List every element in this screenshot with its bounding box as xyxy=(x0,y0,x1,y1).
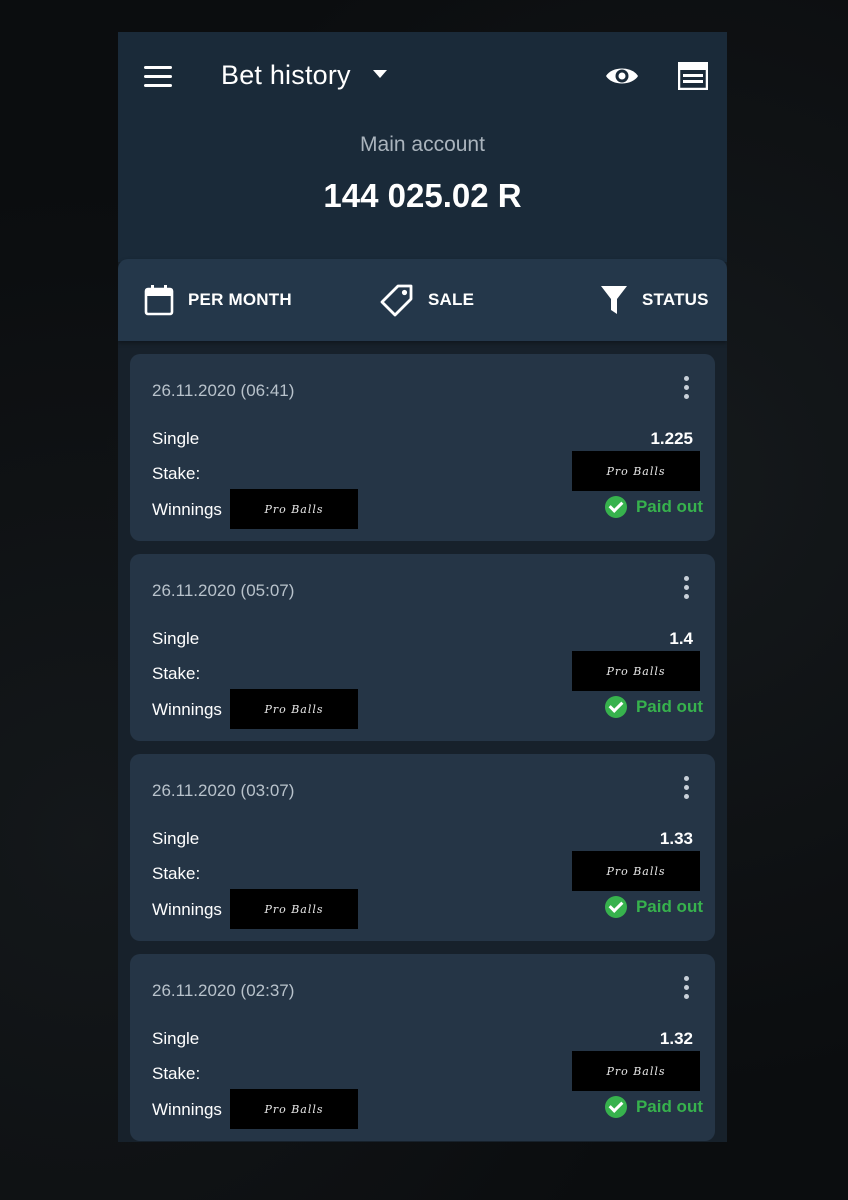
status-badge: Paid out xyxy=(604,1096,703,1118)
bet-card[interactable]: 26.11.2020 (05:07) Single 1.4 Stake: Pro… xyxy=(130,554,715,741)
status-badge: Paid out xyxy=(604,896,703,918)
filter-status-label: STATUS xyxy=(642,290,709,309)
check-circle-icon xyxy=(604,1096,627,1118)
bet-odds: 1.4 xyxy=(669,629,693,648)
winnings-label: Winnings xyxy=(152,500,222,519)
status-badge: Paid out xyxy=(604,496,703,518)
status-text: Paid out xyxy=(635,697,703,716)
bet-odds: 1.32 xyxy=(659,1029,693,1048)
bet-type: Single xyxy=(152,429,200,448)
filter-bar: PER MONTH SALE STATUS xyxy=(118,259,727,341)
redacted-watermark: Pro Balls xyxy=(572,851,700,891)
page-title[interactable]: Bet history xyxy=(221,60,351,91)
stake-label: Stake: xyxy=(152,864,201,883)
bet-odds: 1.33 xyxy=(659,829,693,848)
bet-type: Single xyxy=(152,829,200,848)
status-text: Paid out xyxy=(635,897,703,916)
layout-icon[interactable] xyxy=(678,62,708,90)
filter-period-button[interactable]: PER MONTH xyxy=(144,259,292,341)
filter-sale-button[interactable]: SALE xyxy=(380,259,474,341)
header: Bet history Main account 144 025.02 R xyxy=(118,32,727,262)
calendar-icon xyxy=(144,285,174,316)
winnings-label: Winnings xyxy=(152,1100,222,1119)
bet-type: Single xyxy=(152,1029,200,1048)
winnings-label: Winnings xyxy=(152,700,222,719)
redacted-watermark: Pro Balls xyxy=(230,689,358,729)
redacted-watermark: Pro Balls xyxy=(230,489,358,529)
redacted-watermark: Pro Balls xyxy=(572,451,700,491)
bet-date: 26.11.2020 (06:41) xyxy=(152,381,295,400)
redacted-watermark: Pro Balls xyxy=(230,1089,358,1129)
redacted-watermark: Pro Balls xyxy=(572,1051,700,1091)
winnings-label: Winnings xyxy=(152,900,222,919)
bet-card[interactable]: 26.11.2020 (03:07) Single 1.33 Stake: Pr… xyxy=(130,754,715,941)
bet-card[interactable]: 26.11.2020 (02:37) Single 1.32 Stake: Pr… xyxy=(130,954,715,1141)
status-badge: Paid out xyxy=(604,696,703,718)
bet-odds: 1.225 xyxy=(650,429,693,448)
check-circle-icon xyxy=(604,896,627,918)
more-options-icon[interactable] xyxy=(684,376,690,403)
filter-sale-label: SALE xyxy=(428,290,475,309)
account-label: Main account xyxy=(360,133,485,156)
account-balance: 144 025.02 R xyxy=(323,177,522,214)
bet-list: 26.11.2020 (06:41) Single 1.225 Stake: P… xyxy=(130,354,715,1142)
check-circle-icon xyxy=(604,696,627,718)
filter-icon xyxy=(601,286,627,314)
stake-label: Stake: xyxy=(152,1064,201,1083)
bet-type: Single xyxy=(152,629,200,648)
check-circle-icon xyxy=(604,496,627,518)
redacted-watermark: Pro Balls xyxy=(230,889,358,929)
status-text: Paid out xyxy=(635,1097,703,1116)
more-options-icon[interactable] xyxy=(684,776,690,803)
bet-date: 26.11.2020 (02:37) xyxy=(152,981,295,1000)
chevron-down-icon[interactable] xyxy=(373,70,387,78)
stake-label: Stake: xyxy=(152,664,201,683)
status-text: Paid out xyxy=(635,497,703,516)
filter-period-label: PER MONTH xyxy=(188,290,292,309)
bet-card[interactable]: 26.11.2020 (06:41) Single 1.225 Stake: P… xyxy=(130,354,715,541)
more-options-icon[interactable] xyxy=(684,576,690,603)
hamburger-menu-icon[interactable] xyxy=(144,66,172,88)
redacted-watermark: Pro Balls xyxy=(572,651,700,691)
eye-icon[interactable] xyxy=(604,63,640,89)
tag-icon xyxy=(380,284,413,317)
filter-status-button[interactable]: STATUS xyxy=(600,259,709,341)
more-options-icon[interactable] xyxy=(684,976,690,1003)
bet-date: 26.11.2020 (03:07) xyxy=(152,781,295,800)
app-screen: Bet history Main account 144 025.02 R PE… xyxy=(118,32,727,1142)
stake-label: Stake: xyxy=(152,464,201,483)
bet-date: 26.11.2020 (05:07) xyxy=(152,581,295,600)
